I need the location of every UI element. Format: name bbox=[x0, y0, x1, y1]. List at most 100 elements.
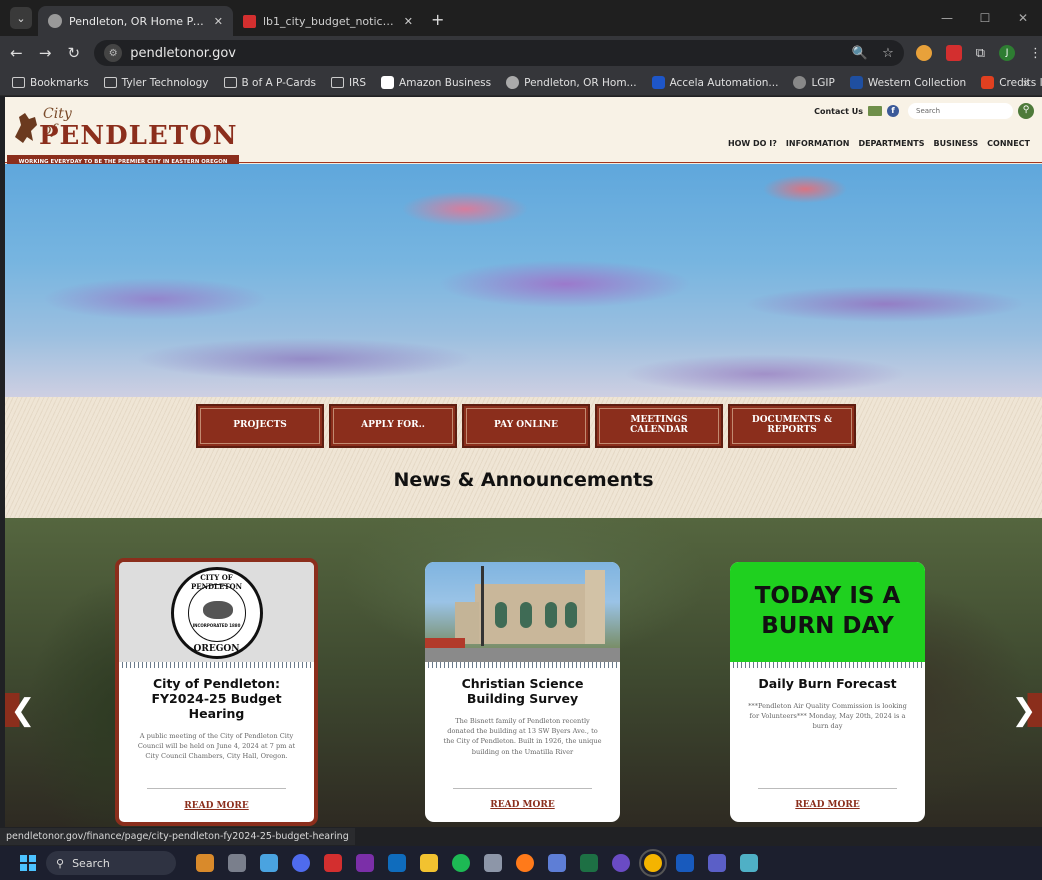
extension-icon[interactable] bbox=[915, 45, 932, 61]
extensions-area: ⧉ J ⋮ bbox=[915, 45, 1042, 61]
city-seal-image: CITY OF PENDLETON INCORPORATED 1880 OREG… bbox=[119, 562, 314, 662]
media-app-icon[interactable] bbox=[612, 854, 630, 872]
close-tab-icon[interactable]: ✕ bbox=[214, 15, 223, 28]
nav-departments[interactable]: DEPARTMENTS bbox=[858, 139, 924, 148]
menu-kebab-icon[interactable]: ⋮ bbox=[1029, 46, 1042, 61]
contact-us-link[interactable]: Contact Us bbox=[814, 107, 863, 116]
bookmark-accela[interactable]: Accela Automation... bbox=[651, 76, 778, 89]
facebook-icon[interactable]: f bbox=[887, 105, 899, 117]
card-body: ***Pendleton Air Quality Commission is l… bbox=[748, 702, 907, 731]
bookmark-pendleton[interactable]: Pendleton, OR Hom... bbox=[506, 76, 637, 89]
spotify-icon[interactable] bbox=[452, 854, 470, 872]
bookmark-folder-tyler[interactable]: Tyler Technology bbox=[103, 77, 209, 89]
bookmarks-bar: Bookmarks Tyler Technology B of A P-Card… bbox=[0, 70, 1042, 96]
close-window-icon[interactable]: ✕ bbox=[1004, 11, 1042, 25]
quick-link-pay-online[interactable]: PAY ONLINE bbox=[462, 404, 590, 448]
read-more-link[interactable]: READ MORE bbox=[730, 800, 925, 810]
nav-how-do-i[interactable]: HOW DO I? bbox=[728, 139, 777, 148]
extensions-puzzle-icon[interactable]: ⧉ bbox=[976, 46, 985, 61]
outlook-app-icon[interactable] bbox=[388, 854, 406, 872]
bookmark-western-collection[interactable]: Western Collection bbox=[849, 76, 966, 89]
read-more-link[interactable]: READ MORE bbox=[425, 800, 620, 810]
credits-icon bbox=[981, 76, 995, 89]
quick-link-projects[interactable]: PROJECTS bbox=[196, 404, 324, 448]
forward-icon[interactable]: → bbox=[33, 44, 58, 62]
seal-bottom-text: OREGON bbox=[193, 644, 240, 654]
onenote-app-icon[interactable] bbox=[356, 854, 374, 872]
printer-app-icon[interactable] bbox=[484, 854, 502, 872]
reload-icon[interactable]: ↻ bbox=[61, 44, 86, 62]
browser-tab-bar: ⌄ Pendleton, OR Home Page | Per ✕ lb1_ci… bbox=[0, 0, 1042, 36]
sheep-icon bbox=[202, 601, 233, 619]
search-icon[interactable]: ⚲ bbox=[1018, 103, 1034, 119]
carousel-next-arrow-icon[interactable]: ❯ bbox=[1006, 693, 1042, 728]
taskbar-search[interactable]: ⚲ Search bbox=[46, 851, 176, 875]
tab-pendleton-home[interactable]: Pendleton, OR Home Page | Per ✕ bbox=[38, 6, 233, 36]
read-more-link[interactable]: READ MORE bbox=[119, 801, 314, 811]
bookmark-amazon-business[interactable]: Amazon Business bbox=[381, 76, 491, 89]
church-building-image bbox=[425, 562, 620, 662]
quick-link-apply-for[interactable]: APPLY FOR.. bbox=[329, 404, 457, 448]
bookmark-star-icon[interactable]: ☆ bbox=[882, 46, 894, 61]
close-tab-icon[interactable]: ✕ bbox=[404, 15, 413, 28]
web-page: City of PENDLETON WORKING EVERYDAY TO BE… bbox=[5, 97, 1042, 827]
window-controls: — ☐ ✕ bbox=[928, 0, 1042, 36]
card-title: Christian Science Building Survey bbox=[461, 676, 584, 706]
status-bar-url: pendletonor.gov/finance/page/city-pendle… bbox=[0, 828, 355, 845]
windows-start-icon[interactable] bbox=[20, 855, 36, 871]
bookmark-folder-bofa[interactable]: B of A P-Cards bbox=[223, 77, 316, 89]
news-carousel: ❮ ❯ CITY OF PENDLETON INCORPORATED 1880 … bbox=[5, 518, 1042, 827]
site-search-input[interactable]: Search bbox=[908, 103, 1013, 119]
news-heading: News & Announcements bbox=[393, 469, 654, 491]
mail-icon[interactable] bbox=[868, 106, 882, 116]
news-card-burn-forecast[interactable]: TODAY IS A BURN DAY Daily Burn Forecast … bbox=[730, 562, 925, 822]
building-illustration bbox=[425, 566, 620, 662]
file-explorer-icon[interactable] bbox=[420, 854, 438, 872]
url-input[interactable]: ⚙ pendletonor.gov 🔍 ☆ bbox=[94, 40, 904, 66]
bookmark-credits-inc[interactable]: Credits Inc. bbox=[981, 76, 1042, 89]
more-bookmarks-icon[interactable]: » bbox=[1023, 76, 1030, 90]
news-card-christian-science[interactable]: Christian Science Building Survey The Bi… bbox=[425, 562, 620, 822]
pendleton-seal-icon bbox=[506, 76, 520, 89]
chrome-app-icon[interactable] bbox=[639, 849, 667, 877]
nav-information[interactable]: INFORMATION bbox=[786, 139, 850, 148]
main-nav: HOW DO I? INFORMATION DEPARTMENTS BUSINE… bbox=[728, 139, 1030, 148]
nav-connect[interactable]: CONNECT bbox=[987, 139, 1030, 148]
acrobat-app-icon[interactable] bbox=[324, 854, 342, 872]
excel-app-icon[interactable] bbox=[580, 854, 598, 872]
people-app-icon[interactable] bbox=[548, 854, 566, 872]
minimize-icon[interactable]: — bbox=[928, 11, 966, 25]
carousel-prev-arrow-icon[interactable]: ❮ bbox=[5, 693, 41, 728]
acrobat-extension-icon[interactable] bbox=[945, 45, 962, 61]
task-view-icon[interactable] bbox=[228, 854, 246, 872]
address-bar-row: ← → ↻ ⚙ pendletonor.gov 🔍 ☆ ⧉ J ⋮ bbox=[0, 36, 1042, 70]
tab-budget-notice-pdf[interactable]: lb1_city_budget_notice_-_fy25.p ✕ bbox=[233, 6, 423, 36]
photos-app-icon[interactable] bbox=[740, 854, 758, 872]
seal-incorporated-text: INCORPORATED 1880 bbox=[192, 623, 241, 628]
firefox-icon[interactable] bbox=[516, 854, 534, 872]
bookmark-lgip[interactable]: LGIP bbox=[793, 76, 835, 89]
bookmark-folder-bookmarks[interactable]: Bookmarks bbox=[12, 77, 89, 89]
maximize-icon[interactable]: ☐ bbox=[966, 11, 1004, 25]
nav-business[interactable]: BUSINESS bbox=[933, 139, 978, 148]
news-card-budget-hearing[interactable]: CITY OF PENDLETON INCORPORATED 1880 OREG… bbox=[115, 558, 318, 826]
widgets-icon[interactable] bbox=[196, 854, 214, 872]
city-seal: CITY OF PENDLETON INCORPORATED 1880 OREG… bbox=[170, 567, 263, 659]
notification-app-icon[interactable] bbox=[260, 854, 278, 872]
profile-avatar[interactable]: J bbox=[999, 45, 1016, 61]
tab-label: Pendleton, OR Home Page | Per bbox=[69, 14, 207, 28]
zoom-icon[interactable]: 🔍 bbox=[852, 46, 868, 61]
back-icon[interactable]: ← bbox=[4, 44, 29, 62]
site-header: City of PENDLETON WORKING EVERYDAY TO BE… bbox=[5, 97, 1042, 168]
bookmark-folder-irs[interactable]: IRS bbox=[330, 77, 366, 89]
quick-link-meetings-calendar[interactable]: MEETINGS CALENDAR bbox=[595, 404, 723, 448]
teams-app-icon[interactable] bbox=[708, 854, 726, 872]
new-tab-icon[interactable]: + bbox=[431, 10, 444, 29]
word-app-icon[interactable] bbox=[676, 854, 694, 872]
quick-link-documents-reports[interactable]: DOCUMENTS & REPORTS bbox=[728, 404, 856, 448]
western-collection-icon bbox=[849, 76, 863, 89]
tab-search-icon[interactable]: ⌄ bbox=[10, 7, 32, 29]
site-info-icon[interactable]: ⚙ bbox=[104, 44, 123, 62]
video-app-icon[interactable] bbox=[292, 854, 310, 872]
logo-name-text: PENDLETON bbox=[39, 121, 238, 151]
